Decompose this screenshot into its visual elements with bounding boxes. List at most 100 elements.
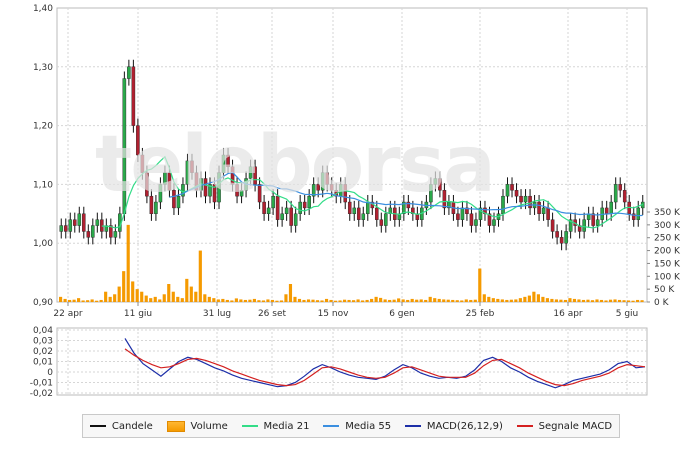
price-y-tick-label: 0,90 [33,298,53,308]
media-21-line [101,155,643,229]
volume-bar [460,300,464,302]
candle-body [492,219,496,226]
volume-bar [608,299,613,302]
volume-bar [284,294,288,302]
candle-body [505,184,510,197]
volume-bar [302,299,306,302]
volume-bar [370,298,374,302]
volume-bar [500,299,504,302]
candle-body [338,184,343,197]
volume-bar [397,298,401,302]
volume-bar [279,300,284,302]
volume-bar [437,298,441,302]
volume-bar [451,299,455,302]
candle-body [262,201,266,214]
volume-bar [478,268,482,302]
volume-bar [401,299,405,302]
volume-bar [352,300,356,302]
volume-bar [311,299,315,302]
x-tick-label: 11 giu [124,309,152,319]
candle-body [86,231,91,238]
volume-bar [203,294,207,302]
volume-bar [270,299,275,302]
volume-bar [99,299,103,302]
volume-bar [216,299,220,302]
price-y-tick-label: 1,20 [33,122,53,132]
candle-body [523,195,528,203]
price-y-tick-label: 1,00 [33,239,53,249]
candle-body [501,195,505,215]
volume-bar [221,298,225,302]
candle-body [375,207,379,220]
candle-body [559,237,564,244]
volume-bar [266,299,270,302]
volume-bar [234,298,238,302]
candle-body [185,160,190,185]
candle-body [636,207,641,220]
x-tick-label: 15 nov [318,309,350,319]
volume-bar [158,299,162,302]
candle-body [127,66,131,79]
candle-body [379,219,384,226]
chart-canvas: 1,40 1,30 1,20 1,10 1,00 0,9022 apr 11 giu 31 l… [30,4,681,399]
candle-body [442,190,447,209]
volume-bar [640,300,644,302]
volume-bar [95,300,99,302]
volume-bar [320,300,324,302]
candle-body [91,225,95,238]
volume-bar [442,299,446,302]
volume-bar [126,224,130,302]
volume-bar [617,299,622,302]
candle-body [217,172,221,203]
candle-body [622,190,627,203]
volume-bar [135,289,139,302]
legend-swatch [89,425,106,427]
macd-y-tick-label: 0,04 [33,326,53,336]
volume-bar [198,250,202,302]
candle-body [591,213,595,226]
volume-bar [257,300,261,302]
legend-swatch [241,425,258,427]
volume-bar [324,298,329,302]
volume-bar [635,299,640,302]
volume-bar [275,300,279,302]
x-tick-label: 6 gen [389,309,415,319]
candle-body [609,201,613,214]
volume-bar [144,295,148,302]
volume-bar [626,300,631,302]
candle-body [325,172,329,185]
volume-bar [149,298,153,302]
volume-bar [347,299,351,302]
volume-bar [68,299,72,302]
volume-bar [171,291,175,302]
x-tick-label: 5 giu [616,309,639,319]
candle-body [149,195,154,215]
candle-body [347,201,352,214]
volume-bar [581,299,586,302]
volume-bar [419,299,423,302]
volume-bar [104,291,108,302]
signal-macd-line [124,348,646,387]
legend-item: Media 55 [323,421,391,432]
legend-swatch [404,425,421,427]
volume-tick-label: 250 K [654,234,681,244]
candle-body [316,184,320,191]
candle-body [253,166,257,185]
volume-bar [586,299,590,302]
candle-body [271,195,275,209]
macd-y-tick-label: -0,02 [30,389,53,399]
volume-bar [577,299,581,302]
volume-bar [410,298,414,302]
volume-bar [541,296,545,302]
volume-bar [599,299,604,302]
volume-bar [306,299,311,302]
volume-bar [518,298,522,302]
volume-bar [72,299,76,302]
volume-bar [81,300,85,302]
legend-item: Media 21 [241,421,309,432]
candle-body [564,231,568,244]
volume-bar [297,298,302,302]
candle-body [613,184,618,203]
volume-tick-label: 100 K [654,272,681,282]
volume-bar [230,300,234,302]
